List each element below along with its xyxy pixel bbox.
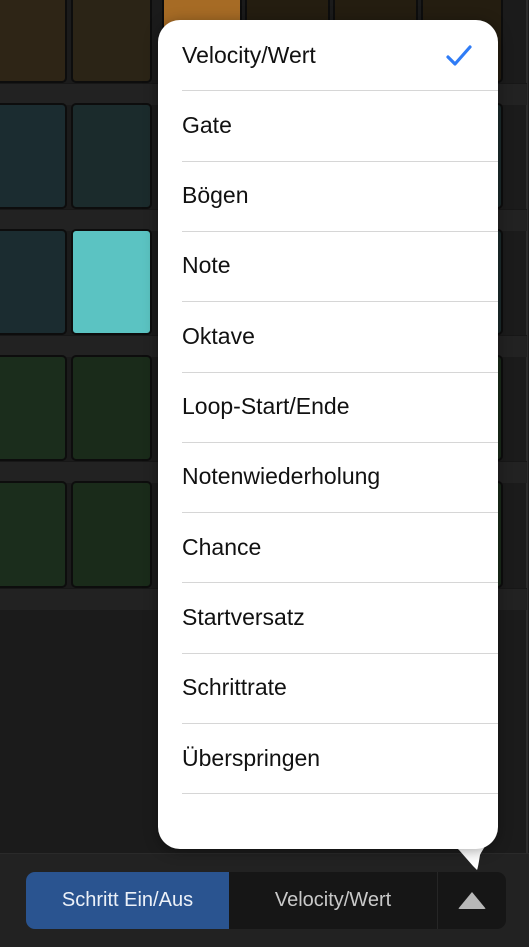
step-pad[interactable] [0,481,67,588]
menu-separator [182,793,498,795]
menu-item[interactable]: Schrittrate [158,653,498,723]
grid-edge-divider [526,0,528,853]
mode-menu-toggle-button[interactable] [437,872,506,929]
velocity-value-mode-button[interactable]: Velocity/Wert [229,872,437,929]
checkmark-icon [446,45,472,66]
menu-item-label: Velocity/Wert [182,41,316,68]
menu-item[interactable]: Notenwiederholung [158,442,498,512]
step-pad[interactable] [0,103,67,209]
menu-item[interactable]: Chance [158,512,498,582]
triangle-up-icon [458,892,486,909]
menu-item-label: Oktave [182,322,255,349]
step-pad-active[interactable] [71,229,152,335]
menu-item[interactable]: Überspringen [158,723,498,793]
menu-item[interactable]: Velocity/Wert [158,20,498,90]
mode-menu-popover: Velocity/Wert Gate Bögen Note Oktave Loop-Sta… [158,20,498,849]
step-pad[interactable] [71,103,152,209]
step-pad[interactable] [71,481,152,588]
menu-item-label: Chance [182,533,262,560]
menu-item[interactable]: Note [158,231,498,301]
menu-item[interactable]: Oktave [158,301,498,371]
menu-item-label: Notenwiederholung [182,463,381,490]
menu-item-label: Überspringen [182,744,321,771]
menu-item[interactable]: Loop-Start/Ende [158,372,498,442]
menu-item-label: Startversatz [182,603,305,630]
menu-item-label: Loop-Start/Ende [182,393,350,419]
step-pad[interactable] [0,229,67,335]
menu-item[interactable]: Gate [158,90,498,160]
menu-item-label: Schrittrate [182,674,287,701]
step-on-off-label: Schritt Ein/Aus [61,889,194,911]
menu-item-label: Note [182,252,231,279]
step-on-off-button[interactable]: Schritt Ein/Aus [26,872,229,929]
menu-item[interactable]: Bögen [158,161,498,231]
step-pad[interactable] [71,0,152,83]
menu-item[interactable]: Startversatz [158,582,498,652]
menu-item-label: Gate [182,111,232,138]
menu-item-label: Bögen [182,182,249,209]
mode-label: Velocity/Wert [274,889,392,911]
step-pad[interactable] [0,0,67,83]
step-pad[interactable] [0,355,67,461]
step-pad[interactable] [71,355,152,461]
